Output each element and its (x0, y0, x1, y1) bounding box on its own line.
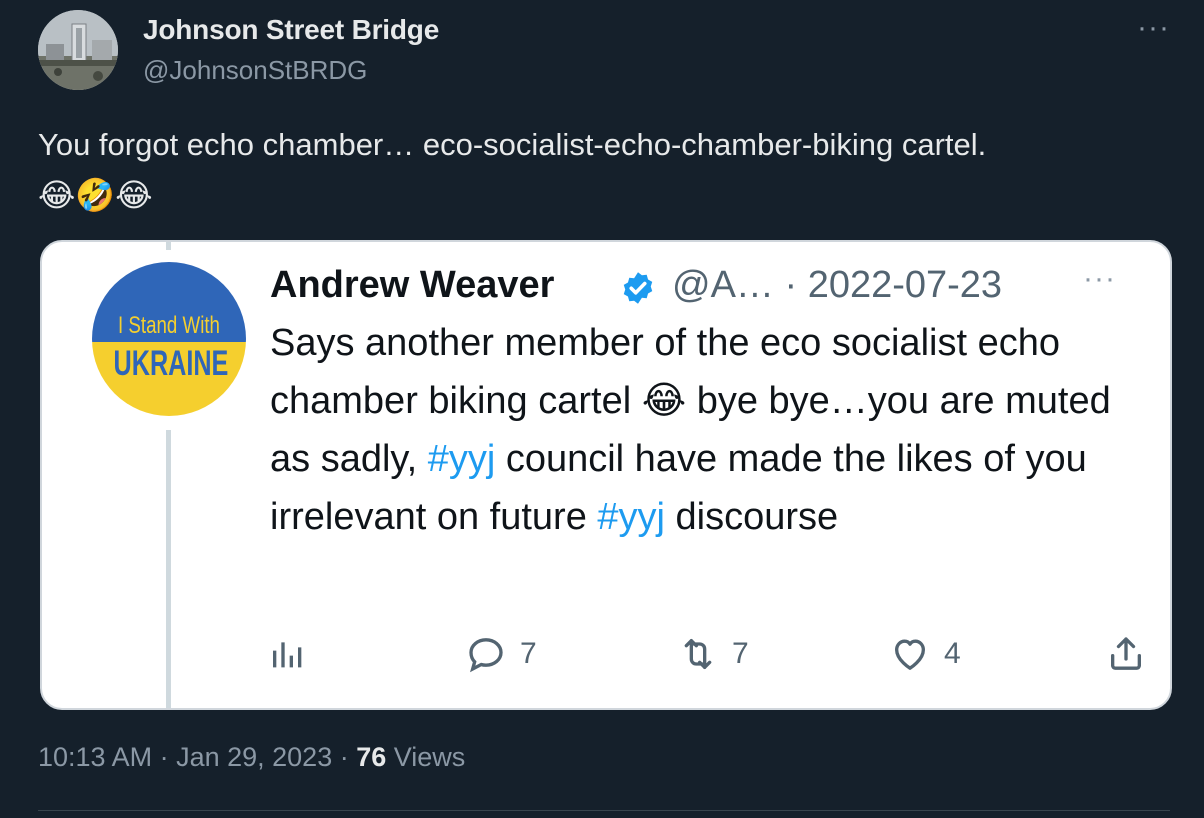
tears-of-joy-emoji: 😂 (38, 177, 76, 213)
tweet-text: You forgot echo chamber… eco-socialist-e… (38, 127, 987, 162)
avatar-text-line2: UKRAINE (113, 344, 229, 383)
quoted-text-part: discourse (664, 496, 839, 538)
retweet-icon (684, 639, 712, 669)
divider (38, 810, 1170, 811)
views-label: Views (386, 742, 466, 772)
tears-of-joy-emoji: 😂 (641, 380, 687, 422)
share-icon (1111, 637, 1141, 670)
quoted-tweet-text: Says another member of the eco socialist… (270, 314, 1130, 546)
share-button[interactable] (1106, 630, 1146, 678)
quoted-tweet-card[interactable]: I Stand With UKRAINE Andrew Weaver @A… ·… (40, 240, 1172, 710)
reply-button[interactable]: 7 (466, 630, 537, 678)
like-count: 4 (944, 637, 961, 670)
like-button[interactable]: 4 (890, 630, 961, 678)
analytics-button[interactable] (268, 630, 308, 678)
tweet-emoji-row: 😂🤣😂 (38, 174, 153, 216)
quoted-handle-date[interactable]: @A… · 2022-07-23 (672, 264, 1002, 307)
tweet-author-handle[interactable]: @JohnsonStBRDG (143, 55, 367, 86)
hashtag-link[interactable]: #yyj (597, 496, 665, 538)
retweet-count: 7 (732, 637, 749, 670)
hashtag-link[interactable]: #yyj (428, 438, 496, 480)
reply-icon (469, 638, 503, 673)
retweet-button[interactable]: 7 (678, 630, 749, 678)
views-count: 76 (356, 742, 387, 772)
bridge-photo-icon (38, 10, 118, 90)
analytics-icon (273, 642, 302, 668)
tweet-timestamp[interactable]: 10:13 AM · Jan 29, 2023 · (38, 742, 356, 772)
verified-badge-icon (623, 272, 653, 304)
quoted-author-avatar[interactable]: I Stand With UKRAINE (92, 262, 246, 416)
quoted-more-icon[interactable]: ··· (1083, 264, 1116, 294)
tears-of-joy-emoji: 😂 (115, 177, 153, 213)
heart-icon (895, 639, 925, 670)
rolling-laughing-emoji: 🤣 (75, 177, 116, 213)
quoted-action-bar: 7 7 4 (268, 630, 1148, 678)
reply-count: 7 (520, 637, 537, 670)
tweet-metadata: 10:13 AM · Jan 29, 2023 · 76 Views (38, 742, 465, 773)
thread-line (166, 430, 171, 708)
tweet-author-name[interactable]: Johnson Street Bridge (143, 14, 439, 46)
avatar-text-line1: I Stand With (118, 312, 220, 339)
thread-line (166, 242, 171, 250)
more-options-icon[interactable]: ··· (1137, 13, 1170, 43)
tweet-author-avatar[interactable] (38, 10, 118, 90)
quoted-author-name[interactable]: Andrew Weaver (270, 264, 554, 307)
